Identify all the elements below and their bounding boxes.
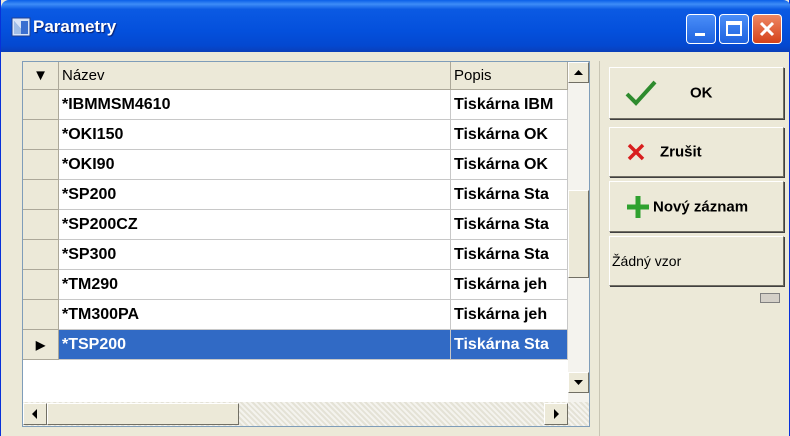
arrow-up-icon: [574, 70, 583, 75]
cancel-button-label: Zrušit: [660, 143, 702, 161]
row-indicator[interactable]: [23, 120, 59, 150]
cancel-button[interactable]: Zrušit: [609, 127, 784, 177]
table-row[interactable]: *IBMMSM4610 Tiskárna IBM: [23, 90, 568, 120]
row-indicator[interactable]: [23, 180, 59, 210]
ok-button[interactable]: OK: [609, 67, 784, 119]
pattern-button-label: Žádný vzor: [612, 253, 682, 269]
title-bar[interactable]: Parametry: [1, 0, 790, 52]
x-icon: [627, 143, 645, 161]
row-indicator[interactable]: [23, 300, 59, 330]
cell-nazev[interactable]: *OKI150: [59, 120, 451, 150]
vertical-scroll-thumb[interactable]: [568, 190, 589, 278]
scroll-right-button[interactable]: [544, 403, 568, 425]
status-indicator: [760, 293, 780, 303]
minimize-icon: [695, 33, 705, 36]
plus-icon: [627, 195, 649, 218]
cell-nazev[interactable]: *SP200CZ: [59, 210, 451, 240]
maximize-button[interactable]: [719, 14, 749, 44]
row-indicator[interactable]: [23, 210, 59, 240]
table-row[interactable]: *SP200CZ Tiskárna Sta: [23, 210, 568, 240]
column-header-nazev[interactable]: Název: [59, 62, 451, 90]
table-row[interactable]: *OKI150 Tiskárna OK: [23, 120, 568, 150]
horizontal-scrollbar[interactable]: [23, 402, 589, 426]
cell-nazev[interactable]: *SP300: [59, 240, 451, 270]
cell-popis[interactable]: Tiskárna Sta: [451, 210, 568, 240]
current-row-indicator[interactable]: ▶: [23, 330, 59, 360]
column-header-popis[interactable]: Popis: [451, 62, 568, 90]
grid-header: ▼ Název Popis: [23, 62, 568, 90]
cell-popis[interactable]: Tiskárna OK: [451, 150, 568, 180]
horizontal-scroll-thumb[interactable]: [47, 403, 239, 425]
cell-popis[interactable]: Tiskárna Sta: [451, 330, 568, 360]
table-row-selected[interactable]: ▶ *TSP200 Tiskárna Sta: [23, 330, 568, 360]
cell-nazev[interactable]: *SP200: [59, 180, 451, 210]
arrow-down-icon: [574, 380, 583, 385]
cell-nazev[interactable]: *IBMMSM4610: [59, 90, 451, 120]
close-icon: [759, 21, 775, 37]
cell-nazev[interactable]: *TM300PA: [59, 300, 451, 330]
row-indicator[interactable]: [23, 270, 59, 300]
cell-popis[interactable]: Tiskárna Sta: [451, 240, 568, 270]
scroll-left-button[interactable]: [23, 403, 47, 425]
checkmark-icon: [625, 80, 657, 106]
cell-popis[interactable]: Tiskárna OK: [451, 120, 568, 150]
row-indicator[interactable]: [23, 240, 59, 270]
maximize-icon: [726, 21, 742, 36]
vertical-scrollbar[interactable]: [568, 62, 589, 402]
cell-popis[interactable]: Tiskárna Sta: [451, 180, 568, 210]
table-row[interactable]: *SP200 Tiskárna Sta: [23, 180, 568, 210]
minimize-button[interactable]: [686, 14, 716, 44]
cell-nazev[interactable]: *OKI90: [59, 150, 451, 180]
cell-popis[interactable]: Tiskárna jeh: [451, 270, 568, 300]
new-record-button-label: Nový záznam: [653, 198, 749, 215]
arrow-right-icon: [554, 409, 559, 419]
table-row[interactable]: *TM300PA Tiskárna jeh: [23, 300, 568, 330]
ok-button-label: OK: [690, 84, 713, 102]
cell-popis[interactable]: Tiskárna jeh: [451, 300, 568, 330]
indicator-column-header[interactable]: ▼: [23, 62, 59, 90]
cell-nazev[interactable]: *TSP200: [59, 330, 451, 360]
parameters-grid[interactable]: ▼ Název Popis *IBMMSM4610 Tiskárna IBM *…: [22, 61, 590, 427]
row-indicator[interactable]: [23, 90, 59, 120]
scroll-down-button[interactable]: [568, 372, 589, 393]
cell-popis[interactable]: Tiskárna IBM: [451, 90, 568, 120]
table-row[interactable]: *SP300 Tiskárna Sta: [23, 240, 568, 270]
action-panel: OK Zrušit Nový záznam Žádný vzor: [599, 61, 790, 436]
table-row[interactable]: *TM290 Tiskárna jeh: [23, 270, 568, 300]
window-title: Parametry: [33, 17, 117, 36]
parametry-window: Parametry ▼ Název Popis *IBMMSM4610 Tisk…: [0, 0, 790, 436]
arrow-left-icon: [32, 409, 37, 419]
close-button[interactable]: [752, 14, 782, 44]
scroll-up-button[interactable]: [568, 62, 589, 83]
cell-nazev[interactable]: *TM290: [59, 270, 451, 300]
pattern-button[interactable]: Žádný vzor: [609, 236, 784, 286]
new-record-button[interactable]: Nový záznam: [609, 181, 784, 232]
table-row[interactable]: *OKI90 Tiskárna OK: [23, 150, 568, 180]
row-indicator[interactable]: [23, 150, 59, 180]
app-icon: [11, 17, 31, 37]
